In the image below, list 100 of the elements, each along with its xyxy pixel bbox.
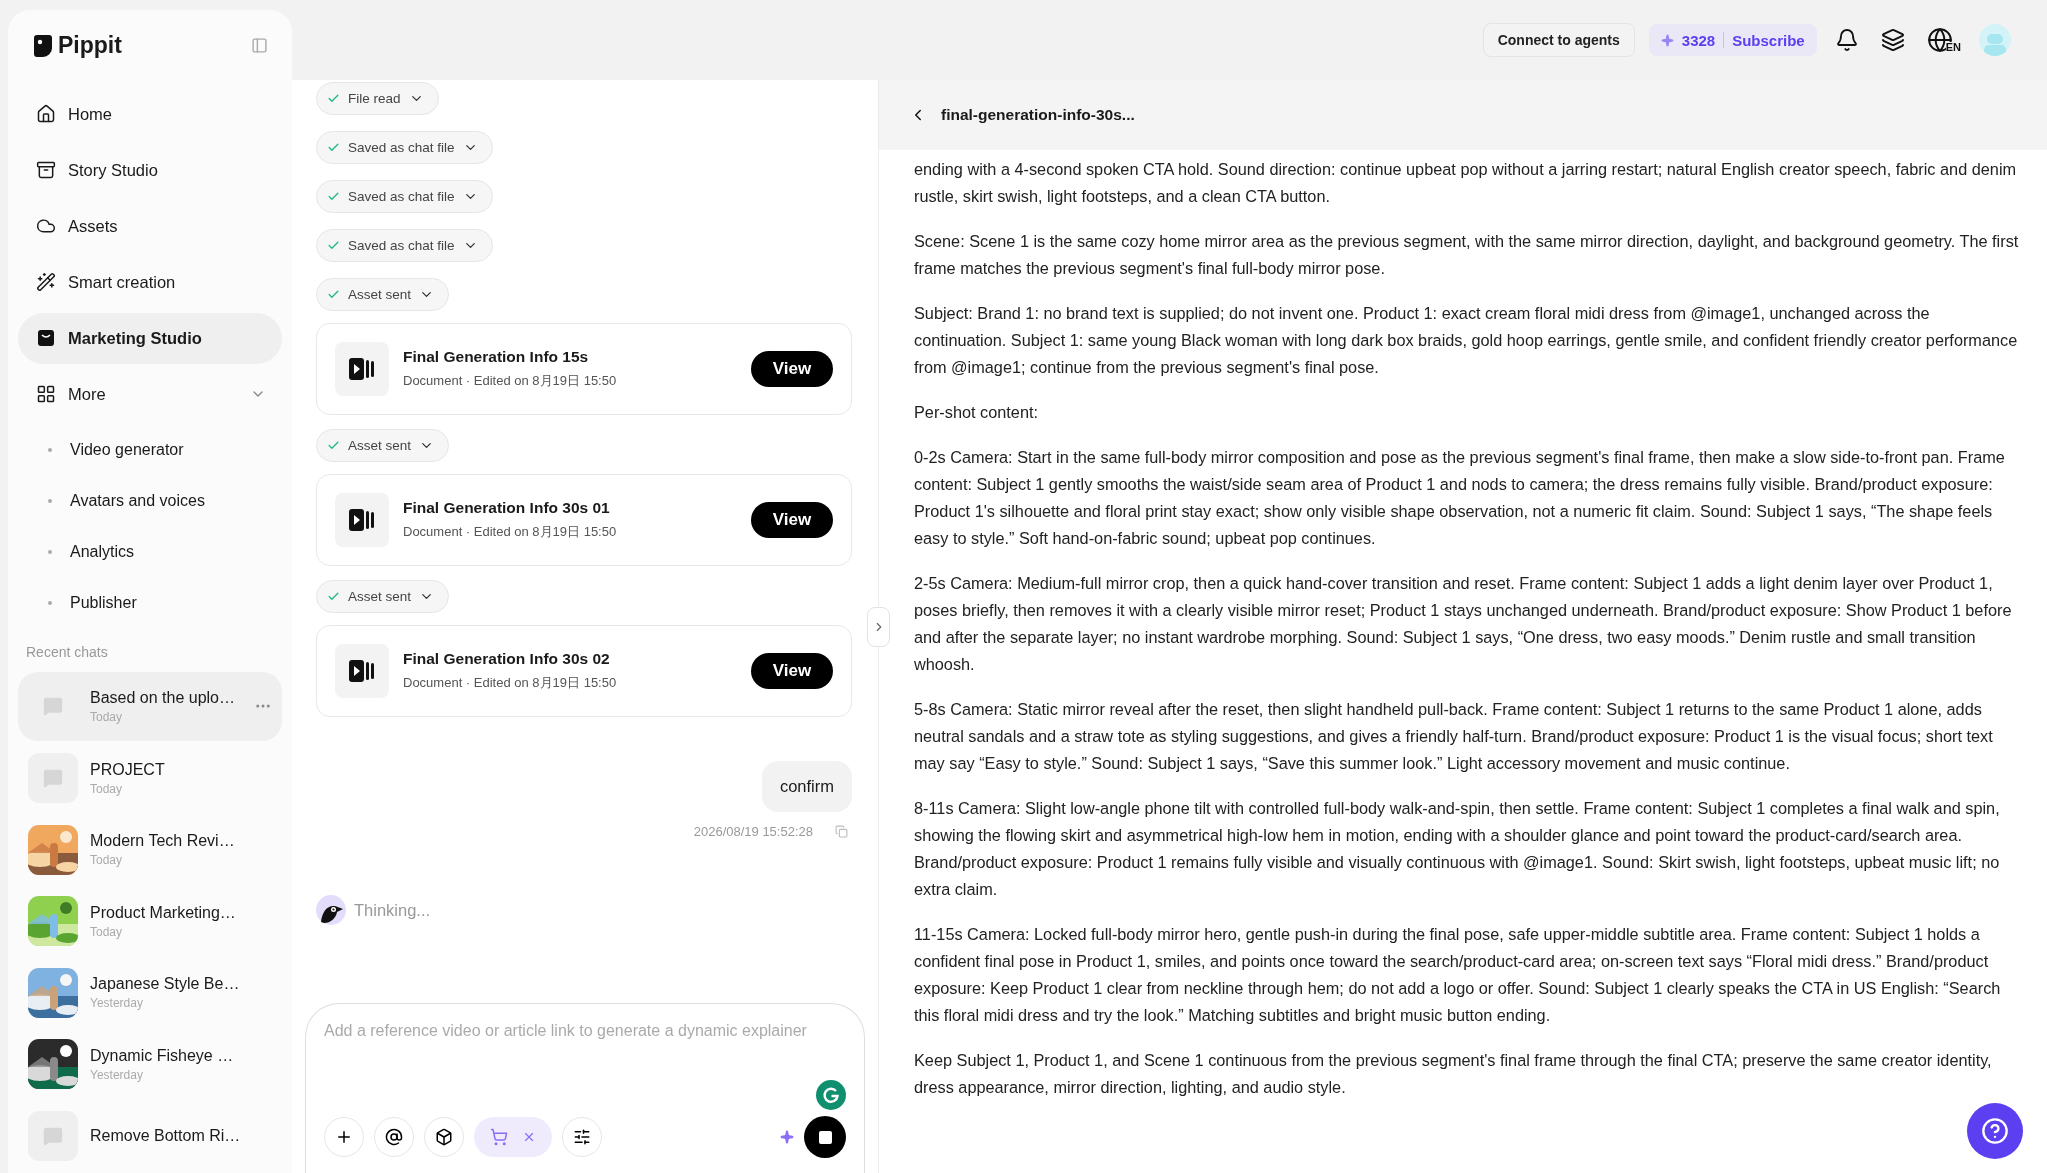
- video-document-icon: [349, 660, 375, 682]
- section-heading: Recent chats: [25, 643, 109, 663]
- sidebar-item[interactable]: Home: [18, 89, 282, 140]
- view-button[interactable]: View: [751, 351, 833, 387]
- grid-icon: [36, 384, 56, 405]
- status-chip[interactable]: Asset sent: [316, 429, 450, 462]
- sidebar-item[interactable]: Marketing Studio: [18, 312, 282, 364]
- plus-icon: [335, 1128, 353, 1146]
- cube-button[interactable]: [424, 1117, 464, 1157]
- status-chip[interactable]: Saved as chat file: [316, 180, 493, 213]
- settings-button[interactable]: [562, 1117, 602, 1157]
- magic-wand-icon: [36, 272, 56, 293]
- chat-bubble-icon: [43, 1125, 63, 1146]
- video-document-icon: [349, 509, 375, 531]
- stop-button[interactable]: [804, 1116, 846, 1158]
- asset-title: Final Generation Info 30s 02: [403, 650, 611, 668]
- help-icon: [1981, 1117, 2009, 1145]
- document-paragraph: Per-shot content:: [914, 402, 1039, 423]
- chat-bubble-icon: [43, 696, 63, 717]
- sidebar-item[interactable]: Smart creation: [18, 256, 282, 308]
- subscribe-link[interactable]: Subscribe: [1732, 31, 1805, 49]
- chat-time: Yesterday: [90, 996, 144, 1011]
- collapse-handle[interactable]: [867, 607, 890, 647]
- recent-chat-item[interactable]: Based on the uplo… Today: [18, 672, 282, 741]
- chat-bubble-icon: [43, 768, 63, 789]
- asset-meta: Document · Edited on 8月19日 15:50: [403, 372, 618, 390]
- document-paragraph: 11-15s Camera: Locked full-body mirror hero, gentle push-in during the final pose, safe upper-middle subtitle area. Frame content: Subject 1 holds a confident final pose in Product 1, smiles, and points once toward the search/product-card area; on-screen text says “Floral midi dress.” Brand/product exposure: Keep Product 1 clear from neckline through hem; do not add a logo or offer. Sound: Subject 1 clearly speaks the CTA in US English: “Search this floral midi dress and try the look.” Matching subtitles and bright music button ending.: [914, 924, 2002, 1026]
- home-icon: [36, 104, 56, 125]
- prompt-field[interactable]: Add a reference video or article link to generate a dynamic explainer: [305, 1003, 865, 1173]
- sparkle-icon: [780, 1130, 794, 1144]
- chat-title: Dynamic Fisheye …: [90, 1046, 235, 1065]
- sidebar-subitem[interactable]: Analytics: [18, 526, 282, 578]
- sparkle-icon: [1660, 33, 1674, 47]
- cart-icon: [490, 1128, 508, 1146]
- chat-time: Today: [90, 781, 124, 796]
- chat-title: Product Marketing…: [90, 903, 237, 922]
- asset-meta: Document · Edited on 8月19日 15:50: [403, 523, 618, 541]
- asset-meta: Document · Edited on 8月19日 15:50: [403, 674, 618, 692]
- product-tag[interactable]: [474, 1117, 552, 1157]
- recent-chat-item[interactable]: Remove Bottom Ri…: [18, 1101, 282, 1171]
- bell-icon: [1834, 28, 1859, 52]
- layers-icon: [1880, 28, 1905, 52]
- chat-title: Japanese Style Be…: [90, 975, 241, 994]
- recent-chat-item[interactable]: Dynamic Fisheye … Yesterday: [18, 1029, 282, 1099]
- sidebar-subitem[interactable]: Publisher: [18, 577, 282, 629]
- status-chip[interactable]: Asset sent: [316, 278, 450, 311]
- status-chip[interactable]: Asset sent: [316, 580, 450, 613]
- archive-icon: [36, 160, 56, 181]
- sidebar-subitem[interactable]: Avatars and voices: [18, 475, 282, 527]
- asset-title: Final Generation Info 15s: [403, 348, 590, 366]
- bullet-icon: [48, 498, 52, 503]
- cube-icon: [435, 1128, 453, 1146]
- at-sign-icon: [385, 1128, 403, 1146]
- status-chip[interactable]: Saved as chat file: [316, 131, 493, 164]
- connect-agents-button[interactable]: Connect to agents: [1482, 23, 1635, 57]
- document-paragraph: Keep Subject 1, Product 1, and Scene 1 continuous from the previous segment's final frame through the final CTA; preserve the same creator identity, dress appearance, mirror direction, lighting, and audio style.: [914, 1050, 1993, 1098]
- recent-chat-item[interactable]: Japanese Style Be… Yesterday: [18, 958, 282, 1027]
- grammar-assistant-icon[interactable]: [816, 1080, 846, 1110]
- status-chip[interactable]: Saved as chat file: [316, 229, 493, 262]
- chat-title: Based on the uplo…: [90, 689, 236, 707]
- credits-count: 3328: [1681, 31, 1716, 49]
- status-chip[interactable]: File read: [316, 82, 439, 115]
- sidebar-item[interactable]: More: [18, 368, 282, 420]
- recent-chat-item[interactable]: PROJECT Today: [18, 743, 282, 813]
- bag-icon: [36, 328, 56, 349]
- document-title: final-generation-info-30s...: [941, 106, 1135, 124]
- sliders-icon: [573, 1128, 591, 1146]
- document-paragraph: 0-2s Camera: Start in the same full-body mirror composition and pose as the previous segment's final frame, then make a slow side-to-front pan. Frame content: Subject 1 gently smooths the waist/side seam area of Product 1 and nods to camera; the dress remains fully visible. Brand/product exposure: Product 1's silhouette and floral print stay exact; show only visible shape observation, not a numeric fit claim. Sound: Subject 1 says, “The shape feels easy to style.” Soft hand-on-fabric sound; upbeat pop continues.: [914, 447, 2006, 549]
- recent-chat-item[interactable]: Product Marketing… Today: [18, 886, 282, 956]
- sidebar-item[interactable]: Story Studio: [18, 144, 282, 196]
- add-button[interactable]: [324, 1117, 364, 1157]
- logo-icon: [34, 34, 52, 57]
- bird-avatar-icon: [316, 895, 346, 925]
- chat-title: PROJECT: [90, 760, 166, 779]
- document-paragraph: Scene: Scene 1 is the same cozy home mirror area as the previous segment, with the same mirror direction, daylight, and background geometry. The first frame matches the previous segment's final full-body mirror pose.: [914, 231, 2019, 279]
- help-button[interactable]: [1967, 1103, 2023, 1159]
- user-message: confirm: [761, 761, 852, 812]
- chat-time: Today: [90, 853, 124, 868]
- view-button[interactable]: View: [751, 653, 833, 689]
- document-paragraph: 5-8s Camera: Static mirror reveal after the reset, then slight handheld pull-back. Frame content: Subject 1 returns to the same Product 1 alone, adds neutral sandals and a straw tote as styling suggestions, and gives a friendly half-turn. Brand/product exposure: Product 1 is the visual focus; short text may say “Easy to style.” Sound: Subject 1 says, “Save this summer look.” Light accessory movement and music continue.: [914, 699, 1994, 774]
- document-paragraph: 2-5s Camera: Medium-full mirror crop, then a quick hand-cover transition and reset. Frame content: Subject 1 adds a light denim layer over Product 1, poses briefly, then removes it with a clearly visible mirror reset; Product 1 stays unchanged underneath. Brand/product exposure: Show Product 1 before and after the separate layer; no instant wardrobe morphing. Sound: Subject 1 says, “One dress, two easy moods.” Denim rustle and small transition whoosh.: [914, 573, 2013, 675]
- bullet-icon: [48, 549, 52, 554]
- bullet-icon: [48, 600, 52, 605]
- message-timestamp: 2026/08/19 15:52:28: [693, 824, 813, 839]
- document-paragraph: ending with a 4-second spoken CTA hold. Sound direction: continue upbeat pop without a jarring restart; natural English creator speech, fabric and denim rustle, skirt swish, light footsteps, and a clean CTA button.: [914, 159, 2018, 207]
- document-paragraph: 8-11s Camera: Slight low-angle phone tilt with controlled full-body walk-and-spin, then settle. Frame content: Subject 1 completes a final walk and spin, showing the flowing skirt and asymmetrical high-low hem in motion, ending with a shoulder glance and point toward the product-card/search area. Brand/product exposure: Product 1 remains fully visible and visually continuous with @image1. Sound: Skirt swish, light footsteps, upbeat music lift; no extra claim.: [914, 798, 2001, 900]
- mention-button[interactable]: [374, 1117, 414, 1157]
- sidebar-subitem[interactable]: Video generator: [18, 424, 282, 476]
- document-paragraph: Subject: Brand 1: no brand text is supplied; do not invent one. Product 1: exact cream floral midi dress from @image1, unchanged across the continuation. Subject 1: same young Black woman with long dark box braids, gold hoop earrings, gentle smile, and confident friendly creator performance from @image1; continue from the previous segment's final pose.: [914, 303, 2019, 378]
- bullet-icon: [48, 448, 52, 452]
- chat-time: Today: [90, 710, 124, 724]
- logo-text: Pippit: [58, 32, 122, 59]
- language-button[interactable]: EN: [1922, 23, 1965, 57]
- view-button[interactable]: View: [751, 502, 833, 538]
- remove-icon[interactable]: [522, 1130, 536, 1144]
- recent-chat-item[interactable]: Modern Tech Revi… Today: [18, 815, 282, 884]
- sidebar-item[interactable]: Assets: [18, 200, 282, 252]
- chat-time: Today: [90, 924, 124, 939]
- chat-time: Yesterday: [90, 1067, 144, 1082]
- asset-title: Final Generation Info 30s 01: [403, 499, 611, 517]
